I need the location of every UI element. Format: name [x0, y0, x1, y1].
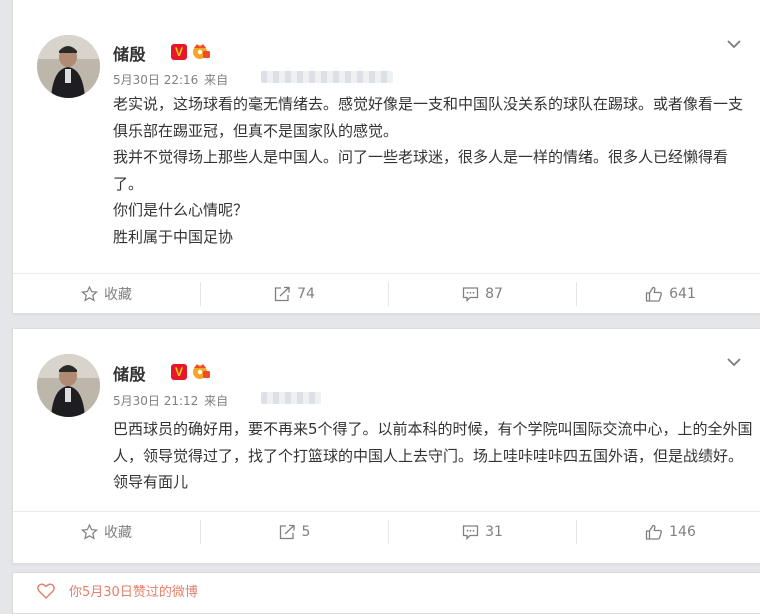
liked-notice-text: 你5月30日赞过的微博 — [69, 585, 198, 600]
favorite-button[interactable]: 收藏 — [13, 512, 200, 552]
repost-icon — [279, 524, 295, 540]
comment-button[interactable]: 87 — [389, 274, 576, 314]
author-name[interactable]: 储殷 — [113, 361, 146, 385]
liked-notice[interactable]: 你5月30日赞过的微博 — [37, 581, 198, 600]
liked-notice-card: 你5月30日赞过的微博 — [12, 572, 760, 614]
post-meta: 5月30日 22:16 来自 — [113, 71, 228, 88]
star-icon — [81, 524, 98, 540]
post-paragraph: 你们是什么心情呢？ — [113, 201, 249, 219]
author-name[interactable]: 储殷 — [113, 41, 146, 65]
comment-icon — [462, 525, 479, 540]
comment-count: 87 — [485, 286, 503, 302]
favorite-label: 收藏 — [104, 525, 132, 541]
star-icon — [81, 286, 98, 302]
like-count: 641 — [669, 286, 696, 302]
crown-badge-icon[interactable] — [191, 42, 211, 60]
comment-count: 31 — [485, 524, 503, 540]
post-paragraph: 巴西球员的确好用，要不再来5个得了。以前本科的时候，有个学院叫国际交流中心，上的… — [113, 420, 753, 491]
repost-button[interactable]: 5 — [201, 512, 388, 552]
post-source-label: 来自 — [204, 73, 229, 87]
favorite-label: 收藏 — [104, 287, 132, 303]
repost-count: 5 — [301, 524, 311, 540]
post-time[interactable]: 5月30日 21:12 — [113, 394, 198, 408]
post-content: 巴西球员的确好用，要不再来5个得了。以前本科的时候，有个学院叫国际交流中心，上的… — [113, 416, 753, 496]
crown-badge-icon[interactable] — [191, 362, 211, 380]
weibo-post: 储殷 V 5月30日 22:16 来自 老实说，这场球看的毫无情绪去。感觉好像是… — [12, 0, 760, 314]
post-paragraph: 我并不觉得场上那些人是中国人。问了一些老球迷，很多人是一样的情绪。很多人已经懒得… — [113, 148, 729, 193]
repost-icon — [274, 286, 290, 302]
chevron-down-icon[interactable] — [727, 357, 741, 367]
like-count: 146 — [669, 524, 696, 540]
verified-icon: V — [171, 364, 187, 380]
action-bar: 收藏 74 87 641 — [13, 273, 760, 314]
redacted-source — [261, 71, 393, 83]
post-paragraph: 胜利属于中国足协 — [113, 227, 234, 246]
redacted-source — [261, 392, 321, 404]
like-button[interactable]: 641 — [577, 274, 760, 314]
weibo-post: 储殷 V 5月30日 21:12 来自 巴西球员的确好用，要不再来5个得了。以前… — [12, 328, 760, 564]
favorite-button[interactable]: 收藏 — [13, 274, 200, 314]
like-button[interactable]: 146 — [577, 512, 760, 552]
chevron-down-icon[interactable] — [727, 39, 741, 49]
avatar[interactable] — [37, 35, 100, 98]
comment-button[interactable]: 31 — [389, 512, 576, 552]
repost-count: 74 — [297, 286, 315, 302]
avatar[interactable] — [37, 354, 100, 417]
action-bar: 收藏 5 31 146 — [13, 511, 760, 552]
repost-button[interactable]: 74 — [201, 274, 388, 314]
post-time[interactable]: 5月30日 22:16 — [113, 73, 198, 87]
post-meta: 5月30日 21:12 来自 — [113, 392, 228, 409]
post-source-label: 来自 — [204, 394, 229, 408]
thumbs-up-icon — [645, 524, 663, 540]
verified-icon: V — [171, 44, 187, 60]
comment-icon — [462, 287, 479, 302]
heart-icon — [37, 583, 55, 599]
post-content: 老实说，这场球看的毫无情绪去。感觉好像是一支和中国队没关系的球队在踢球。或者像看… — [113, 91, 753, 250]
post-paragraph: 老实说，这场球看的毫无情绪去。感觉好像是一支和中国队没关系的球队在踢球。或者像看… — [113, 95, 744, 140]
thumbs-up-icon — [645, 286, 663, 302]
